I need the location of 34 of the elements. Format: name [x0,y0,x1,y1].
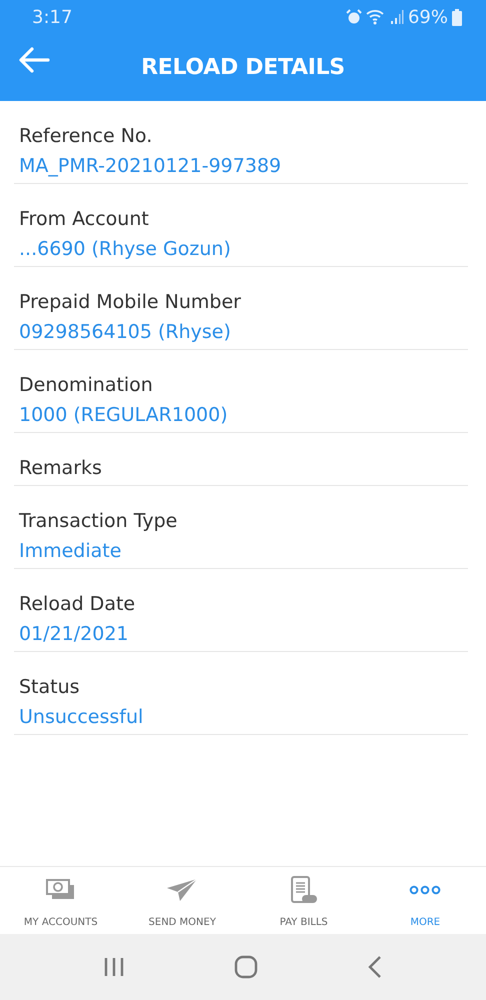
more-icon [409,885,442,895]
battery-icon [452,8,462,26]
banknote-icon [46,879,76,901]
field-value: Immediate [19,539,122,564]
field-label: Reload Date [19,592,136,617]
wifi-icon [366,9,386,25]
back-icon[interactable] [367,955,384,979]
nav-tab[interactable]: MORE [364,867,486,934]
field-label: Prepaid Mobile Number [19,290,242,315]
nav-tab[interactable]: MY ACCOUNTS [0,867,122,934]
signal-icon [390,9,404,25]
battery-percent: 69% [408,6,448,30]
recent-apps-icon[interactable] [102,957,125,977]
alarm-icon [346,9,362,25]
receipt-icon [290,876,318,904]
field-label: Denomination [19,373,154,398]
field-value: 01/21/2021 [19,622,130,647]
field-value: ...6690 (Rhyse Gozun) [19,237,232,262]
field-label: From Account [19,207,150,232]
field-label: Reference No. [19,124,154,149]
status-time: 3:17 [32,6,72,30]
page-title: RELOAD DETAILS [141,54,345,82]
field-value: 09298564105 (Rhyse) [19,320,232,345]
field-value: 1000 (REGULAR1000) [19,403,229,428]
back-arrow-icon[interactable] [18,46,50,74]
field-label: Remarks [19,456,103,481]
field-value: Unsuccessful [19,705,144,730]
field-value: MA_PMR-20210121-997389 [19,154,282,179]
nav-tab[interactable]: PAY BILLS [243,867,364,934]
home-icon[interactable] [234,955,258,979]
field-label: Transaction Type [19,509,178,534]
paper-plane-icon [166,878,198,902]
field-label: Status [19,675,81,700]
nav-tab[interactable]: SEND MONEY [122,867,243,934]
